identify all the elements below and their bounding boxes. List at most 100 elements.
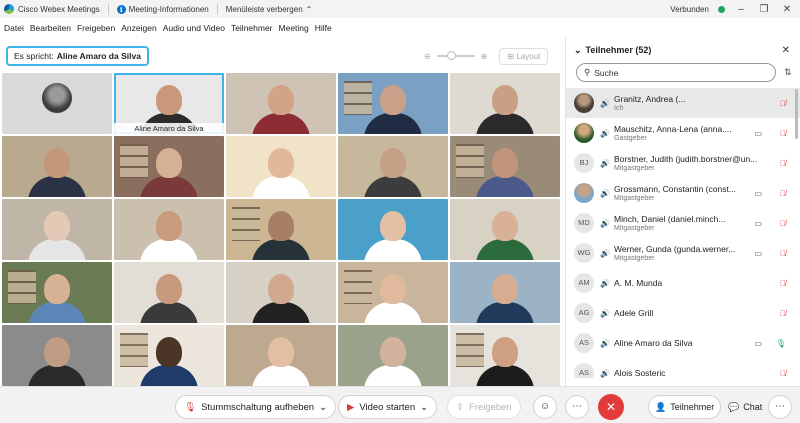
menu-bearbeiten[interactable]: Bearbeiten <box>30 23 71 33</box>
person-head <box>380 85 406 115</box>
mic-muted-icon[interactable]: 🎙̸ <box>780 369 786 378</box>
speaker-prefix: Es spricht: <box>14 51 54 61</box>
sort-icon[interactable]: ⇅ <box>784 67 792 78</box>
video-tile[interactable] <box>2 136 112 197</box>
reactions-icon[interactable]: ☺ <box>533 395 557 419</box>
menu-datei[interactable]: Datei <box>4 23 24 33</box>
video-tile[interactable] <box>338 262 448 323</box>
person-body <box>28 176 86 197</box>
avatar <box>42 83 72 113</box>
video-tile[interactable] <box>450 325 560 386</box>
mic-muted-icon[interactable]: 🎙̸ <box>780 279 786 288</box>
participant-row[interactable]: AS 🔊 Alois Sosteric 🎙̸ <box>566 358 800 378</box>
menu-anzeigen[interactable]: Anzeigen <box>121 23 156 33</box>
mic-muted-icon[interactable]: 🎙̸ <box>780 249 786 258</box>
person-head <box>44 148 70 178</box>
participant-row[interactable]: MD 🔊 Minch, Daniel (daniel.minch... Mitgast… <box>566 208 800 238</box>
hide-menu-label: Menüleiste verbergen <box>225 4 303 14</box>
video-tile[interactable] <box>114 325 224 386</box>
participant-row[interactable]: AM 🔊 A. M. Munda 🎙̸ <box>566 268 800 298</box>
video-tile[interactable] <box>338 325 448 386</box>
chevron-down-icon[interactable]: ⌄ <box>574 45 582 56</box>
participants-title: Teilnehmer (52) <box>585 45 652 55</box>
video-tile[interactable] <box>450 136 560 197</box>
video-tile[interactable] <box>114 199 224 260</box>
hide-menu-button[interactable]: Menüleiste verbergen ⌃ <box>226 5 313 14</box>
video-tile[interactable] <box>226 73 336 134</box>
menu-meeting[interactable]: Meeting <box>279 23 309 33</box>
menu-hilfe[interactable]: Hilfe <box>315 23 332 33</box>
zoom-out-icon[interactable]: ⊖ <box>424 52 431 61</box>
video-on-icon: ▭ <box>754 248 762 258</box>
menu-freigeben[interactable]: Freigeben <box>77 23 115 33</box>
participant-row[interactable]: AS 🔊 Aline Amaro da Silva ▭ 🎙 <box>566 328 800 358</box>
video-tile[interactable] <box>114 262 224 323</box>
audio-connection-icon: 🔊 <box>600 248 610 258</box>
participants-button[interactable]: 👤 Teilnehmer <box>648 395 722 419</box>
video-tile[interactable] <box>2 262 112 323</box>
person-head <box>380 274 406 304</box>
mic-muted-icon[interactable]: 🎙̸ <box>780 189 786 198</box>
zoom-in-icon[interactable]: ⊕ <box>481 52 488 61</box>
participant-name: Adele Grill <box>614 308 654 318</box>
video-tile[interactable]: Aline Amaro da Silva <box>114 73 224 134</box>
video-tile[interactable] <box>226 136 336 197</box>
share-button[interactable]: ⇪ Freigeben <box>447 395 521 419</box>
background-shelf <box>120 333 148 367</box>
video-tile[interactable] <box>2 73 112 134</box>
start-video-button[interactable]: ▶ Video starten ⌄ <box>338 395 438 419</box>
more-options-icon[interactable]: ⋯ <box>565 395 589 419</box>
restore-icon[interactable]: ❐ <box>757 4 771 15</box>
zoom-slider[interactable] <box>436 51 475 60</box>
video-tile[interactable] <box>338 136 448 197</box>
more-panels-icon[interactable]: ⋯ <box>768 395 792 419</box>
end-meeting-icon[interactable]: ✕ <box>598 394 624 420</box>
menu-teilnehmer[interactable]: Teilnehmer <box>231 23 273 33</box>
person-body <box>28 302 86 323</box>
video-tile[interactable] <box>226 262 336 323</box>
person-head <box>380 148 406 178</box>
layout-button[interactable]: ⊞ Layout <box>499 47 549 65</box>
participant-text: A. M. Munda <box>614 278 764 288</box>
participant-row[interactable]: WG 🔊 Werner, Gunda (gunda.werner... Mitgast… <box>566 238 800 268</box>
participant-list-scrollbar[interactable] <box>795 89 798 139</box>
mic-active-icon[interactable]: 🎙 <box>776 339 786 348</box>
mic-muted-icon[interactable]: 🎙̸ <box>780 219 786 228</box>
mic-muted-icon[interactable]: 🎙̸ <box>780 309 786 318</box>
person-body <box>364 113 422 134</box>
video-tile[interactable] <box>2 199 112 260</box>
person-head <box>156 85 182 115</box>
participant-row[interactable]: 🔊 Grossmann, Constantin (const... Mitgastg… <box>566 178 800 208</box>
person-body <box>252 239 310 260</box>
participant-row[interactable]: 🔊 Mauschitz, Anna-Lena (anna.... Gastgeber… <box>566 118 800 148</box>
participant-text: Aline Amaro da Silva <box>614 338 764 348</box>
close-panel-icon[interactable]: ✕ <box>782 45 790 56</box>
mic-muted-icon[interactable]: 🎙̸ <box>780 129 786 138</box>
menu-audio-video[interactable]: Audio und Video <box>163 23 225 33</box>
video-tile[interactable] <box>338 199 448 260</box>
close-window-icon[interactable]: ✕ <box>780 4 794 15</box>
meeting-info-button[interactable]: i Meeting-Informationen <box>116 4 209 14</box>
video-tile[interactable] <box>450 199 560 260</box>
search-input[interactable]: ⚲ Suche <box>576 63 776 82</box>
person-head <box>44 274 70 304</box>
participant-row[interactable]: 🔊 Granitz, Andrea (... Ich 🎙̸ <box>566 88 800 118</box>
chat-button[interactable]: 💬 Chat <box>722 395 768 419</box>
participant-row[interactable]: BJ 🔊 Borstner, Judith (judith.borstner@un.… <box>566 148 800 178</box>
video-tile[interactable] <box>338 73 448 134</box>
unmute-button[interactable]: 🎙 Stummschaltung aufheben ⌄ <box>175 395 337 419</box>
mic-muted-icon[interactable]: 🎙̸ <box>780 99 786 108</box>
video-tile[interactable] <box>450 262 560 323</box>
mic-muted-icon[interactable]: 🎙̸ <box>780 159 786 168</box>
video-tile[interactable] <box>2 325 112 386</box>
video-tile[interactable] <box>226 199 336 260</box>
zoom-slider-knob[interactable] <box>446 51 456 60</box>
participant-text: Adele Grill <box>614 308 764 318</box>
participant-row[interactable]: AG 🔊 Adele Grill 🎙̸ <box>566 298 800 328</box>
audio-connection-icon: 🔊 <box>600 188 610 198</box>
video-tile[interactable] <box>226 325 336 386</box>
video-tile[interactable] <box>114 136 224 197</box>
minimize-icon[interactable]: – <box>734 4 748 15</box>
video-tile[interactable] <box>450 73 560 134</box>
person-body <box>364 239 422 260</box>
